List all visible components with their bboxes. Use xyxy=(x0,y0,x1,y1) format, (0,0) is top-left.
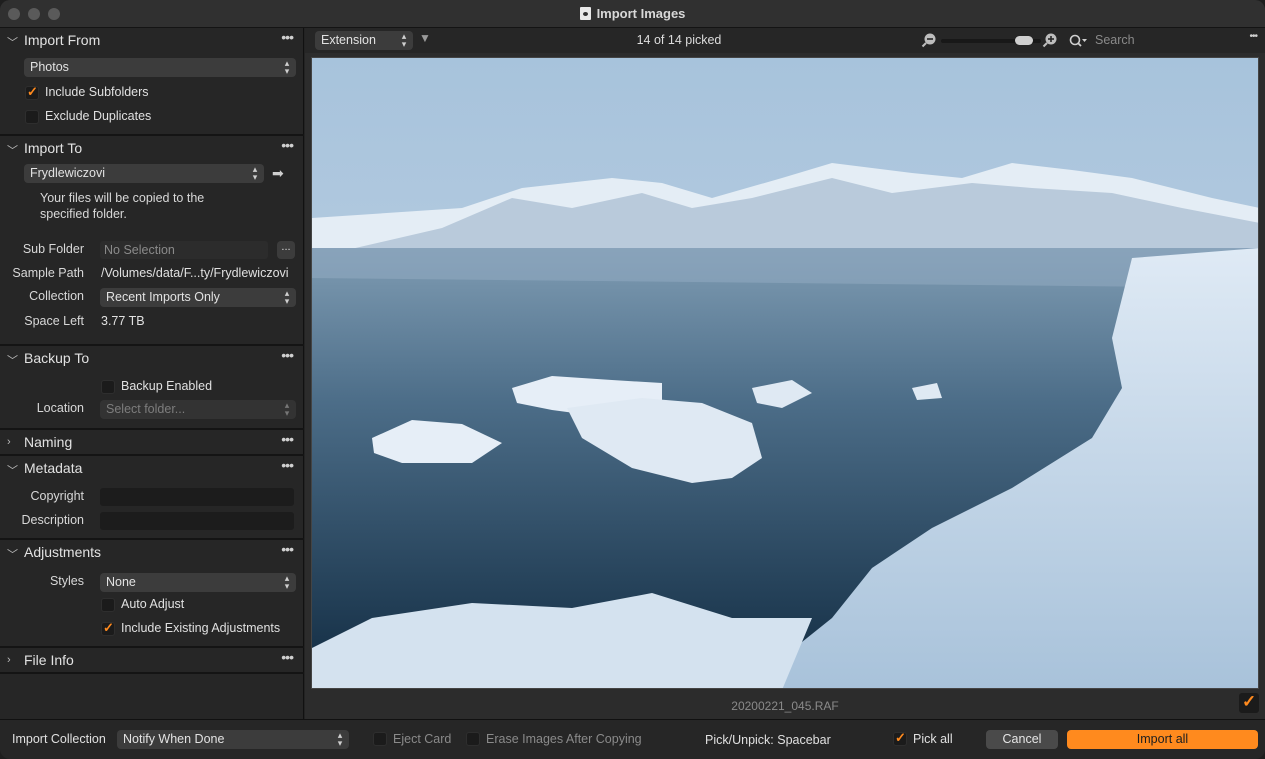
import-destination-select[interactable]: Frydlewiczovi ▴ ▾ xyxy=(24,164,264,183)
chevron-down-icon: ﹀ xyxy=(7,549,18,561)
more-icon[interactable]: ••• xyxy=(281,541,294,557)
search-placeholder: Search xyxy=(1095,33,1135,47)
description-field[interactable] xyxy=(100,512,294,530)
updown-arrows-icon: ▴ ▾ xyxy=(284,400,290,418)
copyright-label: Copyright xyxy=(30,489,85,503)
include-subfolders-checkbox[interactable] xyxy=(25,84,39,100)
section-import-from-header[interactable]: ﹀ Import From ••• xyxy=(0,28,304,54)
image-filename: 20200221_045.RAF xyxy=(731,699,839,713)
document-icon xyxy=(579,7,591,20)
erase-images-label: Erase Images After Copying xyxy=(486,732,642,746)
sample-path-value: /Volumes/data/F...ty/Frydlewiczovi xyxy=(101,266,289,280)
exclude-duplicates-checkbox[interactable] xyxy=(25,110,39,124)
section-file-info-header[interactable]: › File Info ••• xyxy=(0,648,304,674)
search-field[interactable]: Search ••• xyxy=(1065,28,1261,53)
backup-enabled-label: Backup Enabled xyxy=(121,379,213,393)
more-icon[interactable]: ••• xyxy=(281,29,294,45)
section-title: Import To xyxy=(24,140,83,156)
sub-folder-label: Sub Folder xyxy=(22,242,84,256)
more-icon[interactable]: ••• xyxy=(281,457,294,473)
pick-all-label: Pick all xyxy=(913,732,953,746)
import-settings-panel: ﹀ Import From ••• Photos ▴▾ Include Subf… xyxy=(0,28,304,719)
image-viewer: 20200221_045.RAF xyxy=(305,53,1265,719)
styles-label: Styles xyxy=(49,574,84,588)
chevron-down-icon: ﹀ xyxy=(7,355,18,367)
section-backup-to-header[interactable]: ﹀ Backup To ••• xyxy=(0,346,304,372)
section-title: Import From xyxy=(24,32,101,48)
styles-select[interactable]: None ▴ ▾ xyxy=(100,573,296,592)
section-title: Backup To xyxy=(24,350,90,366)
updown-arrows-icon: ▴ ▾ xyxy=(284,573,290,591)
import-source-select[interactable]: Photos ▴ ▾ xyxy=(24,58,296,77)
chevron-right-icon: › xyxy=(7,436,11,448)
chevron-down-icon: ﹀ xyxy=(7,465,18,477)
include-existing-adjustments-checkbox[interactable] xyxy=(101,620,115,636)
chevron-down-icon: ﹀ xyxy=(7,145,18,157)
more-icon[interactable]: ••• xyxy=(281,431,294,447)
eject-card-checkbox[interactable] xyxy=(373,732,387,746)
import-collection-select[interactable]: Notify When Done ▴ ▾ xyxy=(117,730,349,749)
exclude-duplicates-label: Exclude Duplicates xyxy=(45,109,152,123)
import-all-button[interactable]: Import all xyxy=(1067,730,1258,749)
section-title: Naming xyxy=(24,434,73,450)
zoom-out-icon[interactable] xyxy=(921,32,937,48)
divider xyxy=(0,672,304,674)
description-label: Description xyxy=(21,513,84,527)
arctic-landscape-image xyxy=(312,58,1258,688)
section-import-to-header[interactable]: ﹀ Import To ••• xyxy=(0,136,304,162)
cancel-button[interactable]: Cancel xyxy=(986,730,1058,749)
more-icon[interactable]: ••• xyxy=(281,649,294,665)
import-collection-label: Import Collection xyxy=(12,732,106,746)
updown-arrows-icon: ▴ ▾ xyxy=(337,730,343,748)
zoom-in-icon[interactable] xyxy=(1042,32,1058,48)
more-icon[interactable]: ••• xyxy=(281,137,294,153)
section-title: Metadata xyxy=(24,460,83,476)
auto-adjust-label: Auto Adjust xyxy=(121,597,185,611)
updown-arrows-icon: ▴ ▾ xyxy=(252,164,258,182)
sub-folder-field[interactable]: No Selection xyxy=(100,241,268,259)
auto-adjust-checkbox[interactable] xyxy=(101,598,115,612)
collection-label: Collection xyxy=(29,289,84,303)
include-subfolders-label: Include Subfolders xyxy=(45,85,149,99)
zoom-slider-knob[interactable] xyxy=(1014,36,1033,45)
viewer-toolbar: Extension ▴ ▾ ▼ 14 of 14 picked Search ••… xyxy=(305,28,1265,53)
section-metadata-header[interactable]: ﹀ Metadata ••• xyxy=(0,456,304,482)
pick-shortcut-hint: Pick/Unpick: Spacebar xyxy=(705,733,831,747)
updown-arrows-icon: ▴ ▾ xyxy=(284,288,290,306)
copy-note: Your files will be copied to the specifi… xyxy=(40,191,205,221)
pick-all-checkbox[interactable] xyxy=(893,730,907,746)
include-existing-adjustments-label: Include Existing Adjustments xyxy=(121,621,281,635)
more-icon[interactable]: ••• xyxy=(281,347,294,363)
backup-location-select[interactable]: Select folder... ▴ ▾ xyxy=(100,400,296,419)
pick-toggle-checkbox[interactable] xyxy=(1239,692,1259,713)
sub-folder-browse-button[interactable]: ... xyxy=(277,241,295,259)
updown-arrows-icon: ▴ ▾ xyxy=(284,58,290,76)
collection-select[interactable]: Recent Imports Only ▴ ▾ xyxy=(100,288,296,307)
sample-path-label: Sample Path xyxy=(12,266,84,280)
arrow-right-icon[interactable]: ➡ xyxy=(272,165,284,182)
chevron-down-icon: ﹀ xyxy=(7,37,18,49)
import-images-window: Import Images ﹀ Import From ••• Photos ▴… xyxy=(0,0,1265,759)
section-naming-header[interactable]: › Naming ••• xyxy=(0,430,304,456)
space-left-value: 3.77 TB xyxy=(101,314,145,328)
copyright-field[interactable] xyxy=(100,488,294,506)
search-icon xyxy=(1069,34,1087,47)
chevron-right-icon: › xyxy=(7,654,11,666)
section-title: Adjustments xyxy=(24,544,102,560)
eject-card-label: Eject Card xyxy=(393,732,452,746)
section-adjustments-header[interactable]: ﹀ Adjustments ••• xyxy=(0,540,304,566)
location-label: Location xyxy=(36,401,84,415)
window-title: Import Images xyxy=(0,6,1265,21)
backup-enabled-checkbox[interactable] xyxy=(101,380,115,394)
bottom-bar: Import Collection Notify When Done ▴ ▾ Ej… xyxy=(0,719,1265,759)
title-bar: Import Images xyxy=(0,0,1265,28)
more-icon[interactable]: ••• xyxy=(1249,31,1257,42)
preview-image[interactable] xyxy=(311,57,1259,689)
erase-images-checkbox[interactable] xyxy=(466,732,480,746)
section-title: File Info xyxy=(24,652,74,668)
space-left-label: Space Left xyxy=(24,314,84,328)
